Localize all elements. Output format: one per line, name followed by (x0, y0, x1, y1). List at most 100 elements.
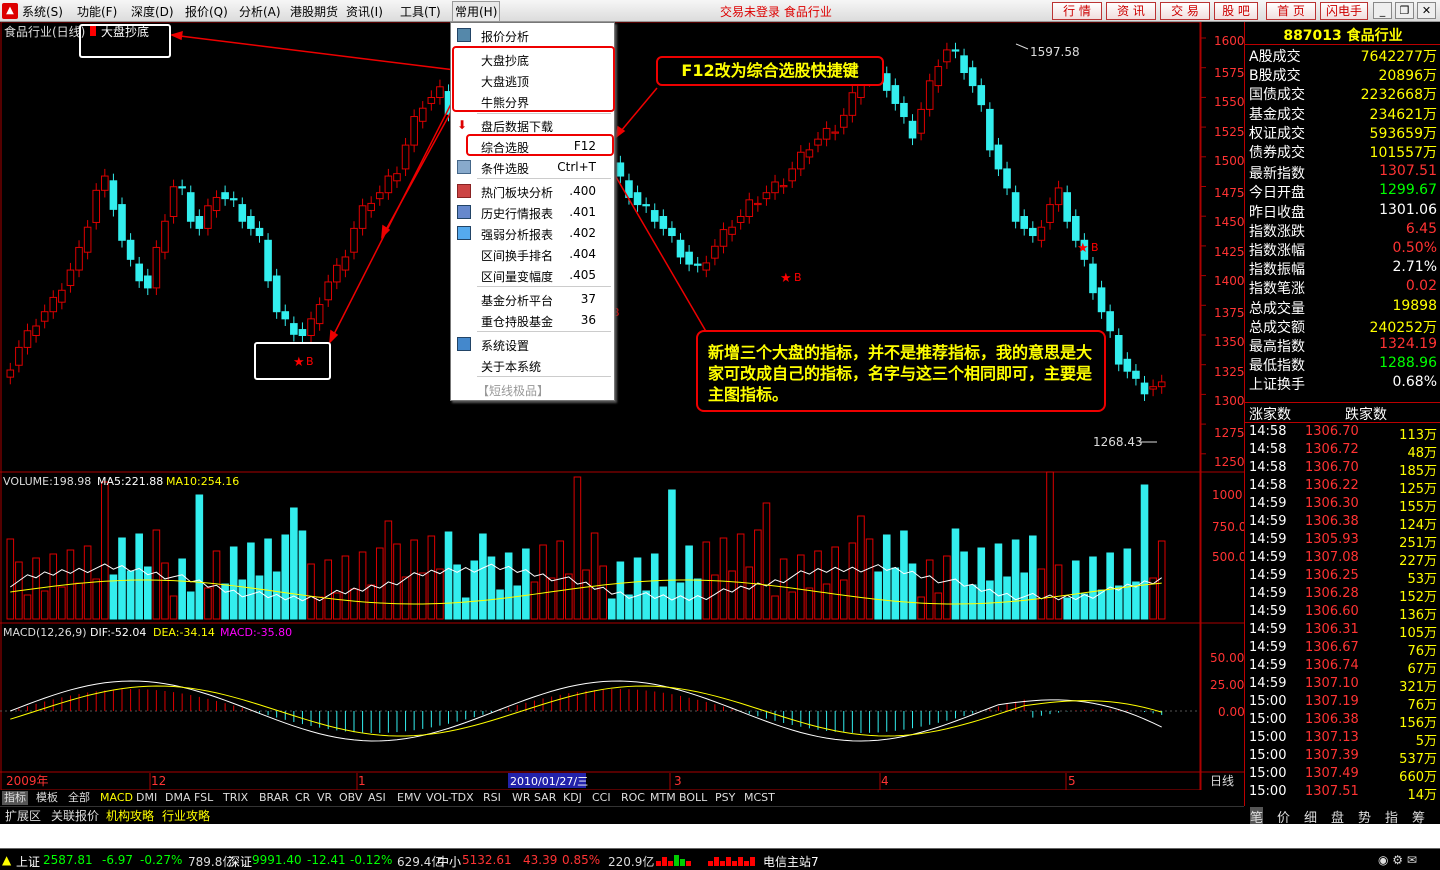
indicator-tab[interactable]: KDJ (561, 791, 584, 805)
indicator-tab[interactable]: VR (315, 791, 334, 805)
indicator-tab[interactable]: RSI (481, 791, 503, 805)
indicator-tab[interactable]: BRAR (257, 791, 291, 805)
tab-institution-strategy[interactable]: 机构攻略 (103, 809, 157, 823)
indicator-tab[interactable]: CR (293, 791, 312, 805)
indicator-tab[interactable]: ROC (619, 791, 647, 805)
tick-price: 1306.25 (1305, 568, 1359, 583)
tab-extension[interactable]: 扩展区 (2, 809, 44, 823)
zx-value: 5132.61 (462, 853, 512, 867)
market-button[interactable]: 行 情 (1052, 2, 1102, 20)
stat-value: 593659万 (1369, 125, 1437, 142)
flash-trade-button[interactable]: 闪电手 (1320, 2, 1368, 20)
svg-text:1575: 1575 (1214, 66, 1244, 80)
tick-row: 14:59 1305.93 251万 (1249, 532, 1437, 551)
menu-item-hot-sectors[interactable]: 热门板块分析 .400 (451, 180, 614, 202)
menu-tools[interactable]: 工具(T) (400, 3, 441, 20)
menu-item-quote-analysis[interactable]: 报价分析 (451, 24, 614, 46)
menu-item-data-download[interactable]: ⬇ 盘后数据下载 (451, 114, 614, 136)
tick-time: 14:59 (1249, 658, 1287, 673)
menu-item-about[interactable]: 关于本系统 (451, 354, 614, 376)
menu-system[interactable]: 系统(S) (22, 3, 63, 20)
buy-mark-2: B (794, 271, 802, 284)
menu-item-turnover-rank[interactable]: 区间换手排名 .404 (451, 243, 614, 265)
indicator-tab[interactable]: MTM (648, 791, 678, 805)
tick-price: 1306.70 (1305, 460, 1359, 475)
trade-button[interactable]: 交 易 (1160, 2, 1210, 20)
menu-analysis[interactable]: 分析(A) (239, 3, 281, 20)
svg-text:750.0: 750.0 (1212, 520, 1244, 534)
stat-label: 总成交量 (1249, 300, 1305, 317)
menu-common[interactable]: 常用(H) (452, 1, 501, 22)
indicator-tab[interactable]: PSY (713, 791, 737, 805)
tick-price: 1306.70 (1305, 424, 1359, 439)
svg-text:1350: 1350 (1214, 335, 1244, 349)
menu-item-volume-change[interactable]: 区间量变幅度 .405 (451, 264, 614, 286)
tick-volume: 251万 (1399, 536, 1437, 551)
restore-icon[interactable]: ❐ (1395, 2, 1414, 19)
indicator-tab[interactable]: FSL (192, 791, 215, 805)
stat-label: 昨日收盘 (1249, 204, 1305, 221)
indicator-tab[interactable]: MACD (98, 791, 135, 805)
indicator-tab[interactable]: OBV (337, 791, 364, 805)
status-icons: ◉ ⚙ ✉ (1378, 853, 1417, 867)
stat-value: 1299.67 (1379, 182, 1437, 199)
menu-item-history-report[interactable]: 历史行情报表 .401 (451, 201, 614, 223)
server-label: 电信主站7 (763, 855, 819, 869)
sz-change: -12.41 (307, 853, 346, 867)
tab-related-quote[interactable]: 关联报价 (48, 809, 102, 823)
tick-price: 1307.49 (1305, 766, 1359, 781)
stat-value: 240252万 (1369, 319, 1437, 336)
forum-button[interactable]: 股 吧 (1214, 2, 1258, 20)
stat-row: 指数涨幅 0.50% (1249, 240, 1437, 259)
menu-item-fund-holdings[interactable]: 重仓持股基金 36 (451, 309, 614, 331)
tick-row: 14:59 1307.08 227万 (1249, 550, 1437, 569)
close-icon[interactable]: ✕ (1417, 2, 1436, 19)
minimize-icon[interactable]: _ (1373, 2, 1392, 19)
menu-item-strength-report[interactable]: 强弱分析报表 .402 (451, 222, 614, 244)
indicator-tab[interactable]: DMI (134, 791, 159, 805)
tick-price: 1305.93 (1305, 532, 1359, 547)
indicator-tab[interactable]: VOL-TDX (424, 791, 476, 805)
indicator-tab[interactable]: CCI (590, 791, 613, 805)
macd-value-label: MACD:-35.80 (220, 626, 292, 639)
indicator-tab[interactable]: MCST (742, 791, 777, 805)
panel-tab-bar: 笔价细盘势指筹 (1244, 806, 1440, 826)
sh-name: 上证 (16, 855, 41, 869)
indicator-tab[interactable]: EMV (395, 791, 423, 805)
tick-volume: 321万 (1399, 680, 1437, 695)
menu-item-condition-screener[interactable]: 条件选股 Ctrl+T (451, 156, 614, 178)
menu-function[interactable]: 功能(F) (77, 3, 117, 20)
tick-volume: 67万 (1407, 662, 1437, 677)
indicator-tab[interactable]: SAR (532, 791, 558, 805)
home-button[interactable]: 首 页 (1266, 2, 1316, 20)
stat-value: 1307.51 (1379, 163, 1437, 180)
menu-quote[interactable]: 报价(Q) (185, 3, 228, 20)
zx-amount: 220.9亿 (608, 855, 655, 869)
indicator-tab[interactable]: WR (510, 791, 533, 805)
menu-item-settings[interactable]: 系统设置 (451, 333, 614, 355)
indicator-tab[interactable]: ASI (366, 791, 388, 805)
tick-volume: 125万 (1399, 482, 1437, 497)
stat-label: 指数振幅 (1249, 262, 1305, 279)
stat-row: 基金成交 234621万 (1249, 104, 1437, 123)
indicator-tab[interactable]: 全部 (66, 791, 92, 805)
indicator-tab[interactable]: 模板 (34, 791, 60, 805)
menu-depth[interactable]: 深度(D) (131, 3, 174, 20)
menu-hk-futures[interactable]: 港股期货 (290, 3, 338, 20)
indicator-tab[interactable]: DMA (163, 791, 193, 805)
tick-volume: 227万 (1399, 554, 1437, 569)
sz-name: 深证 (228, 855, 253, 869)
tick-volume: 53万 (1407, 572, 1437, 587)
indicator-tab[interactable]: BOLL (677, 791, 709, 805)
indicator-tab[interactable]: 指标 (2, 791, 28, 805)
tab-industry-strategy[interactable]: 行业攻略 (159, 809, 213, 823)
stat-row: 昨日收盘 1301.06 (1249, 202, 1437, 221)
tick-row: 15:00 1307.51 14万 (1249, 784, 1437, 803)
news-button[interactable]: 资 讯 (1106, 2, 1156, 20)
indicator-tab[interactable]: TRIX (221, 791, 250, 805)
main-chart-label: 食品行业(日线) (4, 24, 85, 39)
svg-text:1250: 1250 (1214, 455, 1244, 469)
menu-info[interactable]: 资讯(I) (346, 3, 383, 20)
menu-item-fund-platform[interactable]: 基金分析平台 37 (451, 288, 614, 310)
tick-price: 1306.28 (1305, 586, 1359, 601)
